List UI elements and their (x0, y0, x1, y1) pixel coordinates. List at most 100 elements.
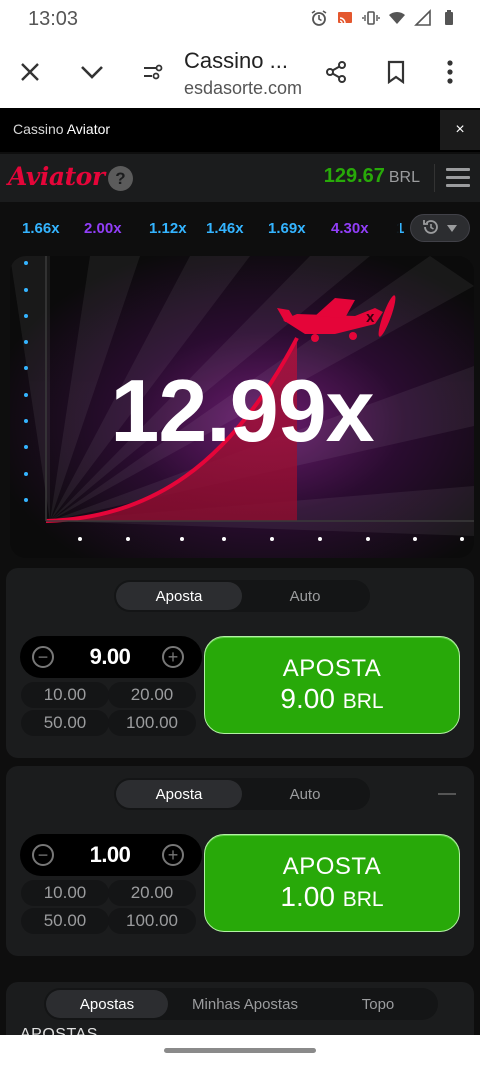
quick-amount-button[interactable]: 20.00 (108, 682, 196, 708)
bet-mode-tabs: Aposta Auto (114, 778, 370, 810)
browser-toolbar: Cassino ... esdasorte.com (0, 40, 480, 108)
balance: 129.67 BRL (324, 165, 420, 188)
history-toggle-button[interactable] (410, 214, 470, 242)
site-settings-icon (142, 61, 164, 88)
share-button[interactable] (316, 54, 356, 94)
divider (434, 164, 435, 192)
tab-auto[interactable]: Auto (242, 780, 368, 808)
app-title-name: Aviator (66, 121, 111, 137)
svg-text:X: X (366, 312, 375, 325)
status-icons (310, 9, 458, 27)
wifi-icon (388, 9, 406, 27)
bet-button-amount-line: 1.00 BRL (205, 881, 459, 913)
tab-minhas-apostas[interactable]: Minhas Apostas (172, 990, 318, 1018)
history-item[interactable]: 2.00x (84, 220, 122, 237)
increase-bet-button[interactable]: + (162, 646, 184, 668)
aviator-app: Cassino Aviator × Aviator ? 129.67 BRL 1.… (0, 108, 480, 1035)
game-header: Aviator ? 129.67 BRL (0, 154, 480, 202)
battery-icon (440, 9, 458, 27)
quick-amount-button[interactable]: 100.00 (108, 908, 196, 934)
app-title-prefix: Cassino (13, 121, 64, 137)
bet-panel-2: Aposta Auto − 1.00 + 10.00 20.00 50.00 1… (6, 766, 474, 956)
current-multiplier: 12.99x (110, 361, 374, 460)
decrease-bet-button[interactable]: − (32, 844, 54, 866)
app-close-button[interactable]: × (440, 110, 480, 150)
vibrate-icon (362, 9, 380, 27)
help-button[interactable]: ? (108, 166, 133, 191)
status-time: 13:03 (28, 8, 79, 30)
bet-button-label: APOSTA (282, 853, 382, 880)
history-item[interactable]: 1.69x (268, 220, 306, 237)
increase-bet-button[interactable]: + (162, 844, 184, 866)
aviator-logo: Aviator (8, 162, 105, 191)
multiplier-history: 1.66x 2.00x 1.12x 1.46x 1.69x 4.30x 1 (0, 208, 480, 248)
tab-aposta[interactable]: Aposta (116, 582, 242, 610)
cast-icon (336, 9, 354, 27)
tab-auto[interactable]: Auto (242, 582, 368, 610)
quick-amount-button[interactable]: 50.00 (21, 908, 109, 934)
bets-list-panel: Apostas Minhas Apostas Topo APOSTAS (6, 982, 474, 1035)
close-icon (19, 61, 41, 88)
bets-tabs: Apostas Minhas Apostas Topo (44, 988, 438, 1020)
hamburger-icon (446, 168, 470, 187)
bet-amount-value[interactable]: 9.00 (60, 644, 160, 670)
close-tab-button[interactable] (10, 54, 50, 94)
dropdown-icon (446, 220, 458, 236)
quick-amount-button[interactable]: 100.00 (108, 710, 196, 736)
share-icon (324, 60, 348, 89)
help-icon: ? (115, 168, 126, 188)
history-item[interactable]: 1.66x (22, 220, 60, 237)
tab-apostas[interactable]: Apostas (46, 990, 168, 1018)
alarm-icon (310, 9, 328, 27)
bet-button-currency: BRL (342, 888, 384, 911)
bets-list-heading: APOSTAS (20, 1026, 98, 1035)
place-bet-button[interactable]: APOSTA 9.00 BRL (204, 636, 460, 734)
tab-aposta[interactable]: Aposta (116, 780, 242, 808)
quick-amount-button[interactable]: 20.00 (108, 880, 196, 906)
page-title[interactable]: Cassino ... (184, 48, 288, 74)
bet-amount-stepper: − 1.00 + (20, 834, 202, 876)
more-vert-icon (447, 59, 453, 89)
history-item[interactable]: 1.12x (149, 220, 187, 237)
site-settings-button[interactable] (133, 54, 173, 94)
bet-panel-1: Aposta Auto − 9.00 + 10.00 20.00 50.00 1… (6, 568, 474, 758)
minimize-button[interactable] (72, 54, 112, 94)
url-domain[interactable]: esdasorte.com (184, 78, 302, 99)
remove-panel-button[interactable] (438, 793, 456, 795)
more-options-button[interactable] (430, 54, 470, 94)
home-gesture-bar[interactable] (164, 1048, 316, 1053)
bet-button-label: APOSTA (282, 655, 382, 682)
quick-amount-button[interactable]: 50.00 (21, 710, 109, 736)
minus-icon: − (37, 647, 49, 667)
bet-button-currency: BRL (342, 690, 384, 713)
decrease-bet-button[interactable]: − (32, 646, 54, 668)
bet-amount-value[interactable]: 1.00 (60, 842, 160, 868)
balance-amount: 129.67 (323, 165, 385, 187)
plus-icon: + (167, 647, 179, 667)
app-title: Cassino Aviator (13, 121, 110, 137)
bookmark-button[interactable] (376, 54, 416, 94)
bet-amount-stepper: − 9.00 + (20, 636, 202, 678)
place-bet-button[interactable]: APOSTA 1.00 BRL (204, 834, 460, 932)
game-stage: X 12.99x (10, 256, 474, 558)
menu-button[interactable] (446, 168, 470, 188)
app-topbar: Cassino Aviator × (0, 108, 480, 152)
history-icon (422, 218, 440, 239)
system-navigation (0, 1035, 480, 1066)
bet-button-amount: 9.00 (280, 683, 335, 714)
minus-icon: − (37, 845, 49, 865)
history-item[interactable]: 1.46x (206, 220, 244, 237)
bet-mode-tabs: Aposta Auto (114, 580, 370, 612)
history-fade (370, 208, 400, 248)
status-bar: 13:03 (0, 0, 480, 40)
quick-amount-button[interactable]: 10.00 (21, 880, 109, 906)
plane-icon: X (277, 295, 396, 342)
quick-amount-button[interactable]: 10.00 (21, 682, 109, 708)
tab-topo[interactable]: Topo (322, 990, 434, 1018)
history-item[interactable]: 4.30x (331, 220, 369, 237)
chevron-down-icon (80, 64, 104, 85)
bet-button-amount: 1.00 (280, 881, 335, 912)
bookmark-icon (386, 60, 406, 89)
bet-button-amount-line: 9.00 BRL (205, 683, 459, 715)
plus-icon: + (167, 845, 179, 865)
